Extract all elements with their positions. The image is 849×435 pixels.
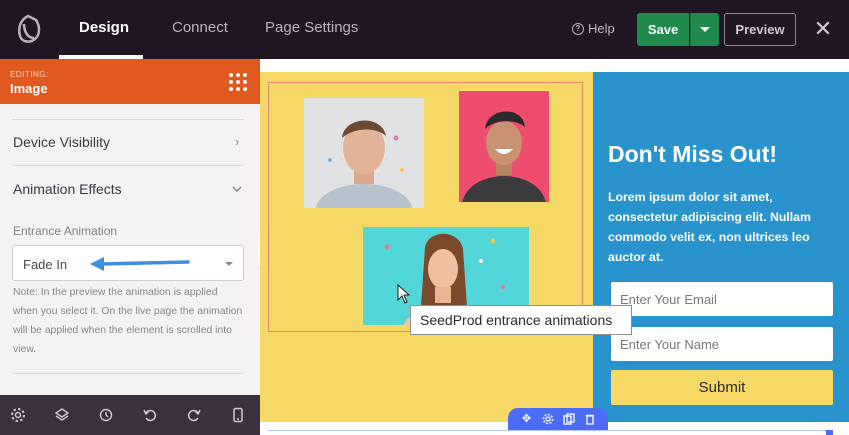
section-device-visibility[interactable]: Device Visibility › xyxy=(13,134,243,150)
signup-body-text[interactable]: Lorem ipsum dolor sit amet, consectetur … xyxy=(608,187,823,267)
chevron-down-icon xyxy=(232,186,242,193)
email-field[interactable]: Enter Your Email xyxy=(611,282,833,316)
tab-connect[interactable]: Connect xyxy=(172,19,228,36)
section-label: Device Visibility xyxy=(13,134,110,150)
gear-icon[interactable] xyxy=(10,407,26,423)
chevron-right-icon: › xyxy=(234,134,240,149)
resize-handle[interactable] xyxy=(826,430,833,435)
undo-icon[interactable] xyxy=(142,407,158,423)
question-icon: ? xyxy=(572,22,584,35)
editing-block-title: Image xyxy=(10,81,48,96)
divider xyxy=(12,119,244,120)
move-icon[interactable]: ✥ xyxy=(521,413,533,425)
section-boundary xyxy=(268,430,833,431)
blocks-grid-icon[interactable] xyxy=(229,73,247,91)
name-field[interactable]: Enter Your Name xyxy=(611,327,833,361)
bottom-toolbar xyxy=(0,395,260,435)
mobile-icon[interactable] xyxy=(230,407,246,423)
annotation-arrow-icon xyxy=(90,257,190,271)
duplicate-icon[interactable] xyxy=(562,413,575,425)
section-label: Animation Effects xyxy=(13,181,122,197)
save-button[interactable]: Save xyxy=(637,13,689,46)
tooltip: SeedProd entrance animations xyxy=(410,305,632,335)
help-link[interactable]: ? Help xyxy=(572,21,615,36)
photo-young-man[interactable] xyxy=(304,98,424,208)
photo-smiling-man[interactable] xyxy=(459,91,549,202)
select-value: Fade In xyxy=(23,257,68,272)
preview-button[interactable]: Preview xyxy=(724,13,796,46)
mouse-cursor-icon xyxy=(397,284,411,304)
chevron-down-icon xyxy=(225,262,233,266)
entrance-animation-label: Entrance Animation xyxy=(13,224,118,238)
animation-note: Note: In the preview the animation is ap… xyxy=(13,287,243,355)
editing-header: EDITING: Image xyxy=(0,59,260,104)
tab-page-settings[interactable]: Page Settings xyxy=(265,19,358,36)
redo-icon[interactable] xyxy=(186,407,202,423)
submit-button[interactable]: Submit xyxy=(611,370,833,405)
section-animation-effects[interactable]: Animation Effects xyxy=(13,181,243,197)
settings-panel: Device Visibility › Animation Effects En… xyxy=(0,104,260,395)
signup-title[interactable]: Don't Miss Out! xyxy=(608,141,777,168)
top-bar: Design Connect Page Settings ? Help Save… xyxy=(0,0,849,59)
divider xyxy=(12,165,244,166)
block-toolbar: ✥ xyxy=(508,408,608,430)
layers-icon[interactable] xyxy=(54,407,70,423)
settings-icon[interactable] xyxy=(542,413,554,425)
history-icon[interactable] xyxy=(98,407,114,423)
seedprod-logo-icon[interactable] xyxy=(10,12,46,48)
save-options-dropdown[interactable] xyxy=(690,13,719,46)
tab-design[interactable]: Design xyxy=(79,19,129,36)
trash-icon[interactable] xyxy=(584,413,596,425)
help-label: Help xyxy=(588,21,615,36)
divider xyxy=(12,373,244,374)
close-icon[interactable]: ✕ xyxy=(812,16,834,42)
editing-label: EDITING: xyxy=(10,70,49,79)
